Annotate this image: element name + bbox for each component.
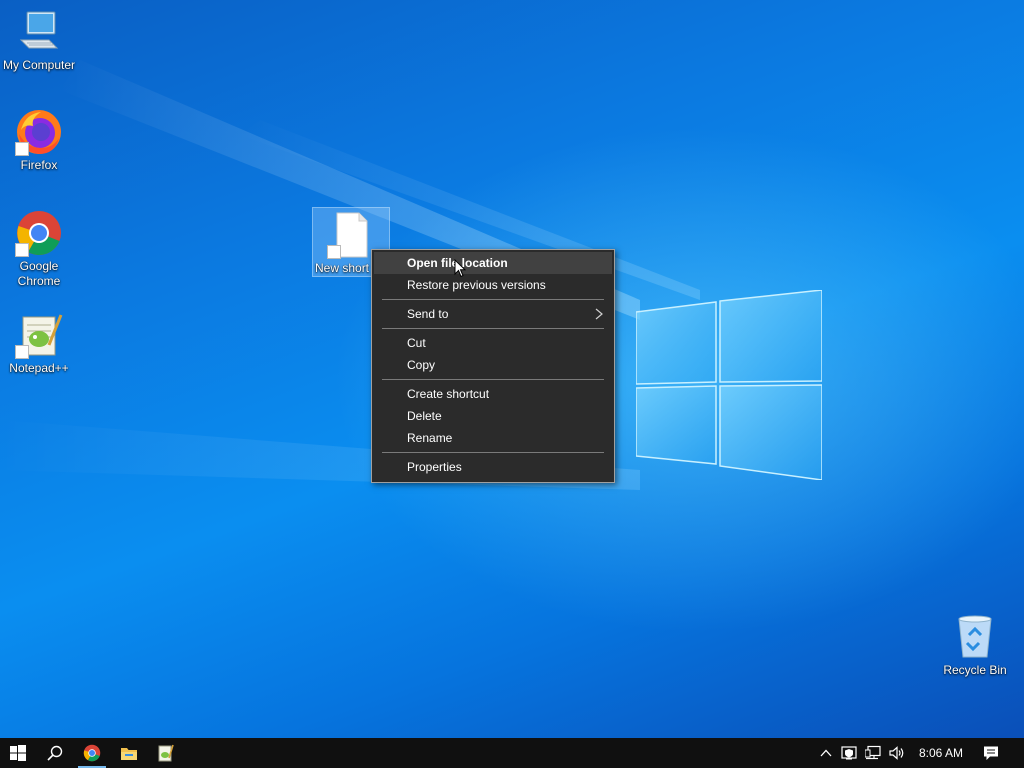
blank-file-icon (327, 211, 375, 259)
desktop-icon-my-computer[interactable]: My Computer (0, 8, 78, 73)
notepad-plus-plus-icon (15, 311, 63, 359)
desktop-icon-firefox[interactable]: Firefox (0, 108, 78, 173)
shortcut-arrow-icon (327, 245, 341, 259)
search-button[interactable] (37, 738, 73, 768)
taskbar-file-explorer-button[interactable] (111, 738, 147, 768)
file-explorer-icon (121, 748, 137, 760)
search-icon (47, 745, 63, 761)
desktop-icon-google-chrome[interactable]: Google Chrome (0, 209, 78, 289)
taskbar-notepad-button[interactable] (148, 738, 184, 768)
desktop-icon-label: Notepad++ (9, 361, 69, 375)
desktop-icon-label: Firefox (20, 158, 58, 172)
volume-tray-button[interactable] (886, 738, 908, 768)
menu-item-open-file-location[interactable]: Open file location (374, 252, 612, 274)
chrome-icon (83, 744, 101, 762)
menu-item-delete[interactable]: Delete (374, 405, 612, 427)
menu-item-label: Restore previous versions (407, 278, 546, 292)
network-icon (865, 745, 881, 760)
menu-item-restore-previous-versions[interactable]: Restore previous versions (374, 274, 612, 296)
menu-separator (382, 379, 604, 380)
menu-separator (382, 299, 604, 300)
taskbar-chrome-button[interactable] (74, 738, 110, 768)
action-center-button[interactable] (978, 738, 1004, 768)
menu-item-label: Properties (407, 460, 462, 474)
desktop-icon-label: Google Chrome (17, 259, 61, 288)
security-icon (841, 746, 857, 760)
firefox-icon (15, 108, 63, 156)
desktop[interactable]: My Computer Firefox Google Chrome Notepa… (0, 0, 1024, 738)
notification-icon (984, 746, 998, 760)
security-tray-button[interactable] (838, 738, 860, 768)
menu-separator (382, 328, 604, 329)
menu-item-label: Copy (407, 358, 436, 372)
shortcut-arrow-icon (15, 243, 29, 257)
start-button[interactable] (0, 738, 36, 768)
shortcut-arrow-icon (15, 142, 29, 156)
menu-item-cut[interactable]: Cut (374, 332, 612, 354)
desktop-icon-notepad-plus-plus[interactable]: Notepad++ (0, 311, 78, 376)
windows-logo-wallpaper (636, 290, 822, 480)
show-hidden-icons-button[interactable] (816, 738, 836, 768)
my-computer-icon (15, 8, 63, 56)
menu-item-label: Delete (407, 409, 442, 423)
recycle-bin-icon (951, 613, 999, 661)
chevron-up-icon (820, 749, 832, 757)
shortcut-arrow-icon (15, 345, 29, 359)
notepad-icon (158, 744, 174, 762)
menu-separator (382, 452, 604, 453)
menu-item-label: Cut (407, 336, 426, 350)
chrome-icon (15, 209, 63, 257)
menu-item-label: Send to (407, 307, 449, 321)
desktop-icon-label: My Computer (2, 58, 76, 72)
mouse-cursor-icon (454, 259, 466, 278)
menu-item-label: Rename (407, 431, 453, 445)
taskbar: 8:06 AM (0, 738, 1024, 768)
network-tray-button[interactable] (862, 738, 884, 768)
desktop-icon-recycle-bin[interactable]: Recycle Bin (936, 613, 1014, 678)
menu-item-properties[interactable]: Properties (374, 456, 612, 478)
menu-item-rename[interactable]: Rename (374, 427, 612, 449)
menu-item-copy[interactable]: Copy (374, 354, 612, 376)
taskbar-clock[interactable]: 8:06 AM (910, 738, 972, 768)
menu-item-send-to[interactable]: Send to (374, 303, 612, 325)
menu-item-create-shortcut[interactable]: Create shortcut (374, 383, 612, 405)
volume-icon (889, 746, 904, 760)
start-icon (10, 745, 26, 761)
chevron-right-icon (595, 308, 603, 320)
context-menu: Open file location Restore previous vers… (371, 249, 615, 483)
menu-item-label: Create shortcut (407, 387, 490, 401)
desktop-icon-label: Recycle Bin (943, 663, 1007, 677)
